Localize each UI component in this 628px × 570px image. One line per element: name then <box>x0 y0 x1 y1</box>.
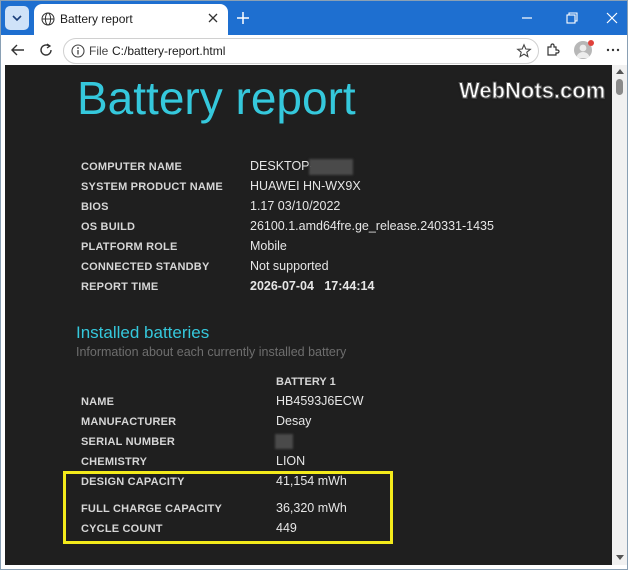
label-report-time: REPORT TIME <box>81 281 159 293</box>
chevron-down-icon <box>12 15 22 22</box>
scroll-down-arrow-icon[interactable] <box>616 555 624 560</box>
value-connected-standby: Not supported <box>250 259 329 273</box>
value-bios: 1.17 03/10/2022 <box>250 199 341 213</box>
tab-battery-report[interactable]: Battery report <box>34 4 228 35</box>
restore-icon[interactable] <box>564 10 580 26</box>
browser-window: Battery report File C:/battery-report.ht… <box>0 0 628 570</box>
info-icon[interactable] <box>71 44 85 58</box>
more-options-icon[interactable] <box>605 42 621 58</box>
label-platform-role: PLATFORM ROLE <box>81 241 178 253</box>
value-manufacturer: Desay <box>276 414 312 428</box>
new-tab-icon[interactable] <box>235 10 251 26</box>
value-report-time: 2026-07-04 17:44:14 <box>250 279 375 293</box>
scroll-thumb[interactable] <box>616 79 623 95</box>
page-title: Battery report <box>77 72 356 124</box>
url-text[interactable]: C:/battery-report.html <box>112 44 225 58</box>
watermark-logo: WebNots.com <box>458 78 606 104</box>
address-toolbar: File C:/battery-report.html <box>1 35 627 65</box>
label-bios: BIOS <box>81 201 109 213</box>
address-bar[interactable]: File C:/battery-report.html <box>63 38 539 64</box>
value-platform-role: Mobile <box>250 239 287 253</box>
value-chemistry: LION <box>276 454 306 468</box>
address-scheme-label: File <box>89 44 109 58</box>
page-scrollbar[interactable] <box>612 65 627 565</box>
value-computer-name: DESKTOP- <box>250 159 314 173</box>
label-manufacturer: MANUFACTURER <box>81 416 177 428</box>
label-computer-name: COMPUTER NAME <box>81 161 182 173</box>
favorite-star-icon[interactable] <box>516 43 532 59</box>
back-arrow-icon[interactable] <box>10 42 26 58</box>
highlight-box <box>63 471 393 544</box>
notification-dot <box>588 40 594 46</box>
close-tab-icon[interactable] <box>206 11 220 25</box>
label-battery-name: NAME <box>81 396 115 408</box>
value-battery-name: HB4593J6ECW <box>276 394 364 408</box>
tab-title: Battery report <box>60 12 133 26</box>
label-system-product-name: SYSTEM PRODUCT NAME <box>81 181 223 193</box>
redacted-computer-name <box>309 159 353 175</box>
label-serial-number: SERIAL NUMBER <box>81 436 176 448</box>
extensions-icon[interactable] <box>544 42 560 58</box>
label-chemistry: CHEMISTRY <box>81 456 148 468</box>
tab-actions-button[interactable] <box>5 6 29 30</box>
globe-icon <box>41 12 55 26</box>
section-title-installed-batteries: Installed batteries <box>76 323 210 342</box>
close-window-icon[interactable] <box>604 10 620 26</box>
value-system-product-name: HUAWEI HN-WX9X <box>250 179 361 193</box>
section-subtitle: Information about each currently install… <box>76 345 347 359</box>
redacted-serial-number <box>275 434 293 449</box>
tab-strip: Battery report <box>1 1 627 35</box>
refresh-icon[interactable] <box>38 42 54 58</box>
label-connected-standby: CONNECTED STANDBY <box>81 261 210 273</box>
value-os-build: 26100.1.amd64fre.ge_release.240331-1435 <box>250 219 494 233</box>
minimize-icon[interactable] <box>519 10 535 26</box>
battery-column-header: BATTERY 1 <box>276 376 336 388</box>
scroll-up-arrow-icon[interactable] <box>616 69 624 74</box>
label-os-build: OS BUILD <box>81 221 136 233</box>
